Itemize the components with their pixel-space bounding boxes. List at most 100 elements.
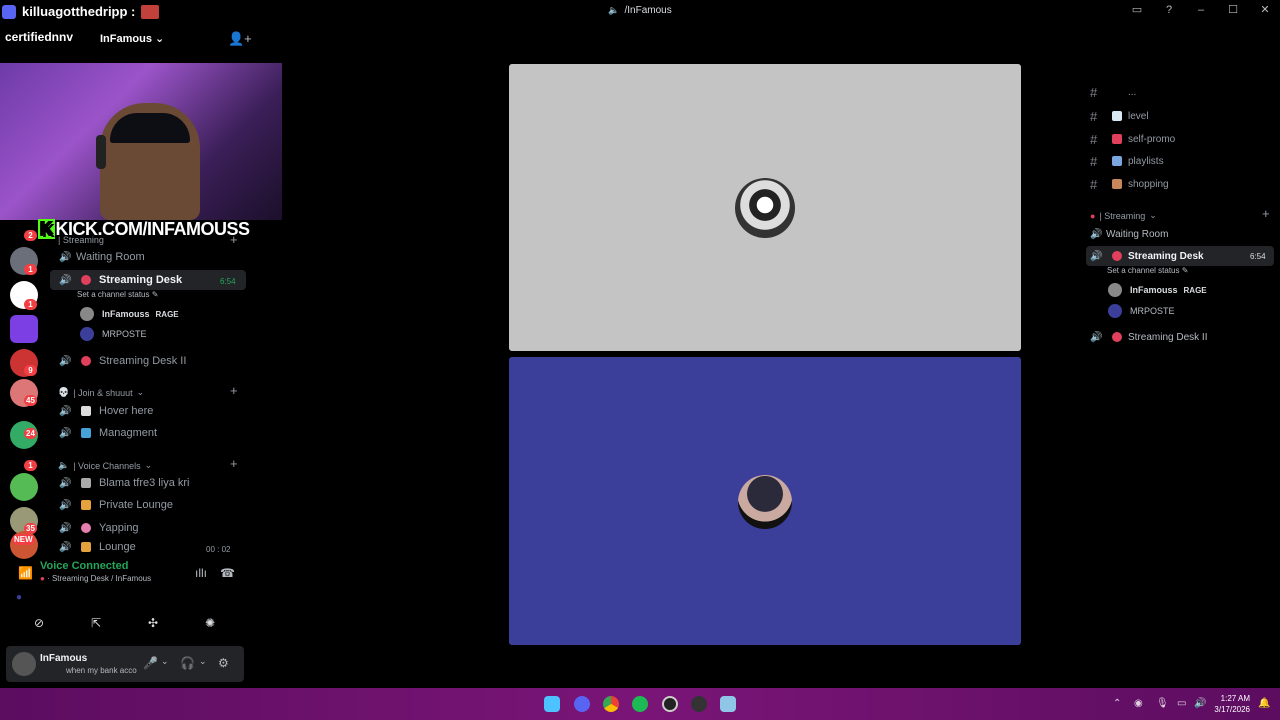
system-clock[interactable]: 1:27 AM 3/17/2026 — [1214, 693, 1250, 715]
channel-emoji-icon: ● — [40, 574, 45, 583]
channel-managment[interactable]: 🔊 Managment — [50, 423, 246, 443]
channel-status-link[interactable]: Set a channel status ✎ — [77, 290, 158, 299]
avatar — [735, 178, 795, 238]
voice-member[interactable]: InFamouss RAGE — [1108, 283, 1207, 297]
speaker-icon: 🔊 — [1090, 250, 1103, 262]
chrome-icon[interactable] — [603, 696, 619, 712]
speaker-icon: 🔊 — [1090, 331, 1103, 343]
channel-emoji-icon — [1112, 87, 1122, 97]
channel-status-link[interactable]: Set a channel status ✎ — [1107, 266, 1188, 275]
add-channel-icon[interactable]: + — [230, 232, 238, 247]
channel-streaming-desk[interactable]: 🔊 Streaming Desk — [1086, 246, 1274, 266]
gear-icon[interactable]: ⚙ — [218, 656, 229, 670]
discord-icon[interactable] — [574, 696, 590, 712]
category-streaming-partial[interactable]: | Streaming — [58, 235, 104, 245]
avatar — [1108, 283, 1122, 297]
channel-timer: 6:54 — [220, 277, 236, 286]
channel-playlists[interactable]: # playlists — [1086, 151, 1274, 171]
category-streaming[interactable]: ● | Streaming ⌄ — [1090, 210, 1157, 221]
channel-streaming-desk-ii[interactable]: 🔊 Streaming Desk II — [1086, 327, 1274, 347]
voice-member[interactable]: InFamouss RAGE — [80, 307, 179, 321]
channel-private-lounge[interactable]: 🔊 Private Lounge — [50, 495, 246, 515]
notification-badge: 35 — [24, 523, 37, 534]
channel-waiting-room[interactable]: 🔊 Waiting Room — [1086, 224, 1274, 244]
signal-icon[interactable]: 📶 — [18, 566, 33, 580]
volume-icon[interactable]: 🔊 — [1194, 698, 1206, 709]
chevron-down-icon[interactable]: ⌄ — [199, 656, 207, 667]
channel-streaming-desk-ii[interactable]: 🔊 Streaming Desk II — [50, 351, 246, 371]
speaker-icon: 🔊 — [59, 499, 72, 511]
speaker-icon: 🔊 — [59, 405, 72, 417]
tray-app-icon[interactable]: ◉ — [1134, 698, 1143, 709]
chat-username: killuagotthedripp : — [22, 4, 136, 19]
windows-start-icon[interactable] — [544, 696, 560, 712]
close-icon[interactable]: ✕ — [1258, 3, 1272, 16]
notification-badge: 24 — [24, 428, 37, 439]
obs-icon[interactable] — [662, 696, 678, 712]
microphone-icon[interactable]: 🎤 — [143, 656, 158, 670]
channel-self-promo[interactable]: # self-promo — [1086, 129, 1274, 149]
activities-button[interactable]: ✣ — [142, 616, 164, 634]
activity-tag: RAGE — [1183, 285, 1207, 295]
spotify-icon[interactable] — [632, 696, 648, 712]
server-icon[interactable] — [10, 473, 38, 501]
add-channel-icon[interactable]: + — [230, 383, 238, 398]
help-icon[interactable]: ? — [1162, 4, 1176, 16]
megaphone-icon — [1112, 134, 1122, 144]
new-badge: NEW — [12, 534, 35, 545]
video-tile-mrposte[interactable] — [509, 357, 1021, 645]
notification-icon[interactable]: 🔔 — [1258, 698, 1270, 709]
add-channel-icon[interactable]: + — [230, 456, 238, 471]
chart-icon — [1112, 111, 1122, 121]
category-voice-channels[interactable]: 🔈 | Voice Channels ⌄ — [58, 460, 152, 471]
voice-member[interactable]: MRPOSTE — [1108, 304, 1175, 318]
voice-member[interactable]: MRPOSTE — [80, 327, 147, 341]
minimize-icon[interactable]: – — [1194, 4, 1208, 16]
invite-icon[interactable]: 👤+ — [228, 31, 252, 47]
app-icon[interactable] — [691, 696, 707, 712]
channel-yapping[interactable]: 🔊 Yapping — [50, 518, 246, 538]
add-channel-icon[interactable]: + — [1262, 206, 1270, 221]
microphone-icon[interactable]: 🎙 — [1156, 698, 1169, 709]
channel-shopping[interactable]: # shopping — [1086, 174, 1274, 194]
disconnect-icon[interactable]: ☎ — [220, 566, 235, 580]
cap-shape — [110, 113, 190, 143]
app-icon[interactable] — [720, 696, 736, 712]
hash-icon: # — [1090, 176, 1098, 192]
soundboard-button[interactable]: ✺ — [199, 616, 221, 634]
screen-share-button[interactable]: ⇱ — [85, 616, 107, 634]
server-name[interactable]: InFamous ⌄ — [100, 32, 164, 45]
chevron-up-icon[interactable]: ⌃ — [1113, 698, 1121, 709]
speaker-icon: 🔊 — [59, 355, 72, 367]
video-tile-infamouss[interactable] — [509, 64, 1021, 351]
category-join[interactable]: 💀 | Join & shuuut ⌄ — [58, 387, 144, 398]
inbox-icon[interactable]: ▭ — [1130, 3, 1144, 16]
camera-toggle-button[interactable]: ⊘ — [28, 616, 50, 634]
hash-icon: # — [1090, 86, 1098, 98]
channel-waiting-room[interactable]: 🔊 Waiting Room — [50, 247, 246, 267]
speaker-icon: 🔊 — [59, 522, 72, 534]
voice-connected-title: Voice Connected — [40, 560, 129, 572]
channel-partial[interactable]: # ... — [1086, 86, 1274, 98]
channel-emoji-icon — [81, 523, 91, 533]
chevron-down-icon[interactable]: ⌄ — [161, 656, 169, 667]
channel-level[interactable]: # level — [1086, 106, 1274, 126]
network-icon[interactable]: ▭ — [1177, 698, 1186, 709]
channel-emoji-icon — [81, 356, 91, 366]
headphones-icon[interactable]: 🎧 — [180, 656, 195, 670]
voice-connected-subtitle[interactable]: ● · Streaming Desk / InFamous — [40, 574, 151, 583]
server-icon-w[interactable] — [10, 315, 38, 343]
avatar[interactable] — [12, 652, 36, 676]
maximize-icon[interactable]: ☐ — [1226, 3, 1240, 16]
avatar — [80, 327, 94, 341]
channel-hover-here[interactable]: 🔊 Hover here — [50, 401, 246, 421]
channel-streaming-desk[interactable]: 🔊 Streaming Desk — [50, 270, 246, 290]
badge-icon — [2, 4, 16, 19]
avatar: ● — [16, 592, 23, 603]
channel-emoji-icon — [81, 542, 91, 552]
taskbar: ⌃ ◉ 🎙 ▭ 🔊 1:27 AM 3/17/2026 🔔 — [0, 688, 1280, 720]
speaker-icon: 🔈 — [608, 5, 620, 15]
channel-blama[interactable]: 🔊 Blama tfre3 liya kri — [50, 473, 246, 493]
custom-status: when my bank acco — [66, 666, 137, 675]
noise-suppression-icon[interactable]: ıllı — [195, 566, 207, 580]
